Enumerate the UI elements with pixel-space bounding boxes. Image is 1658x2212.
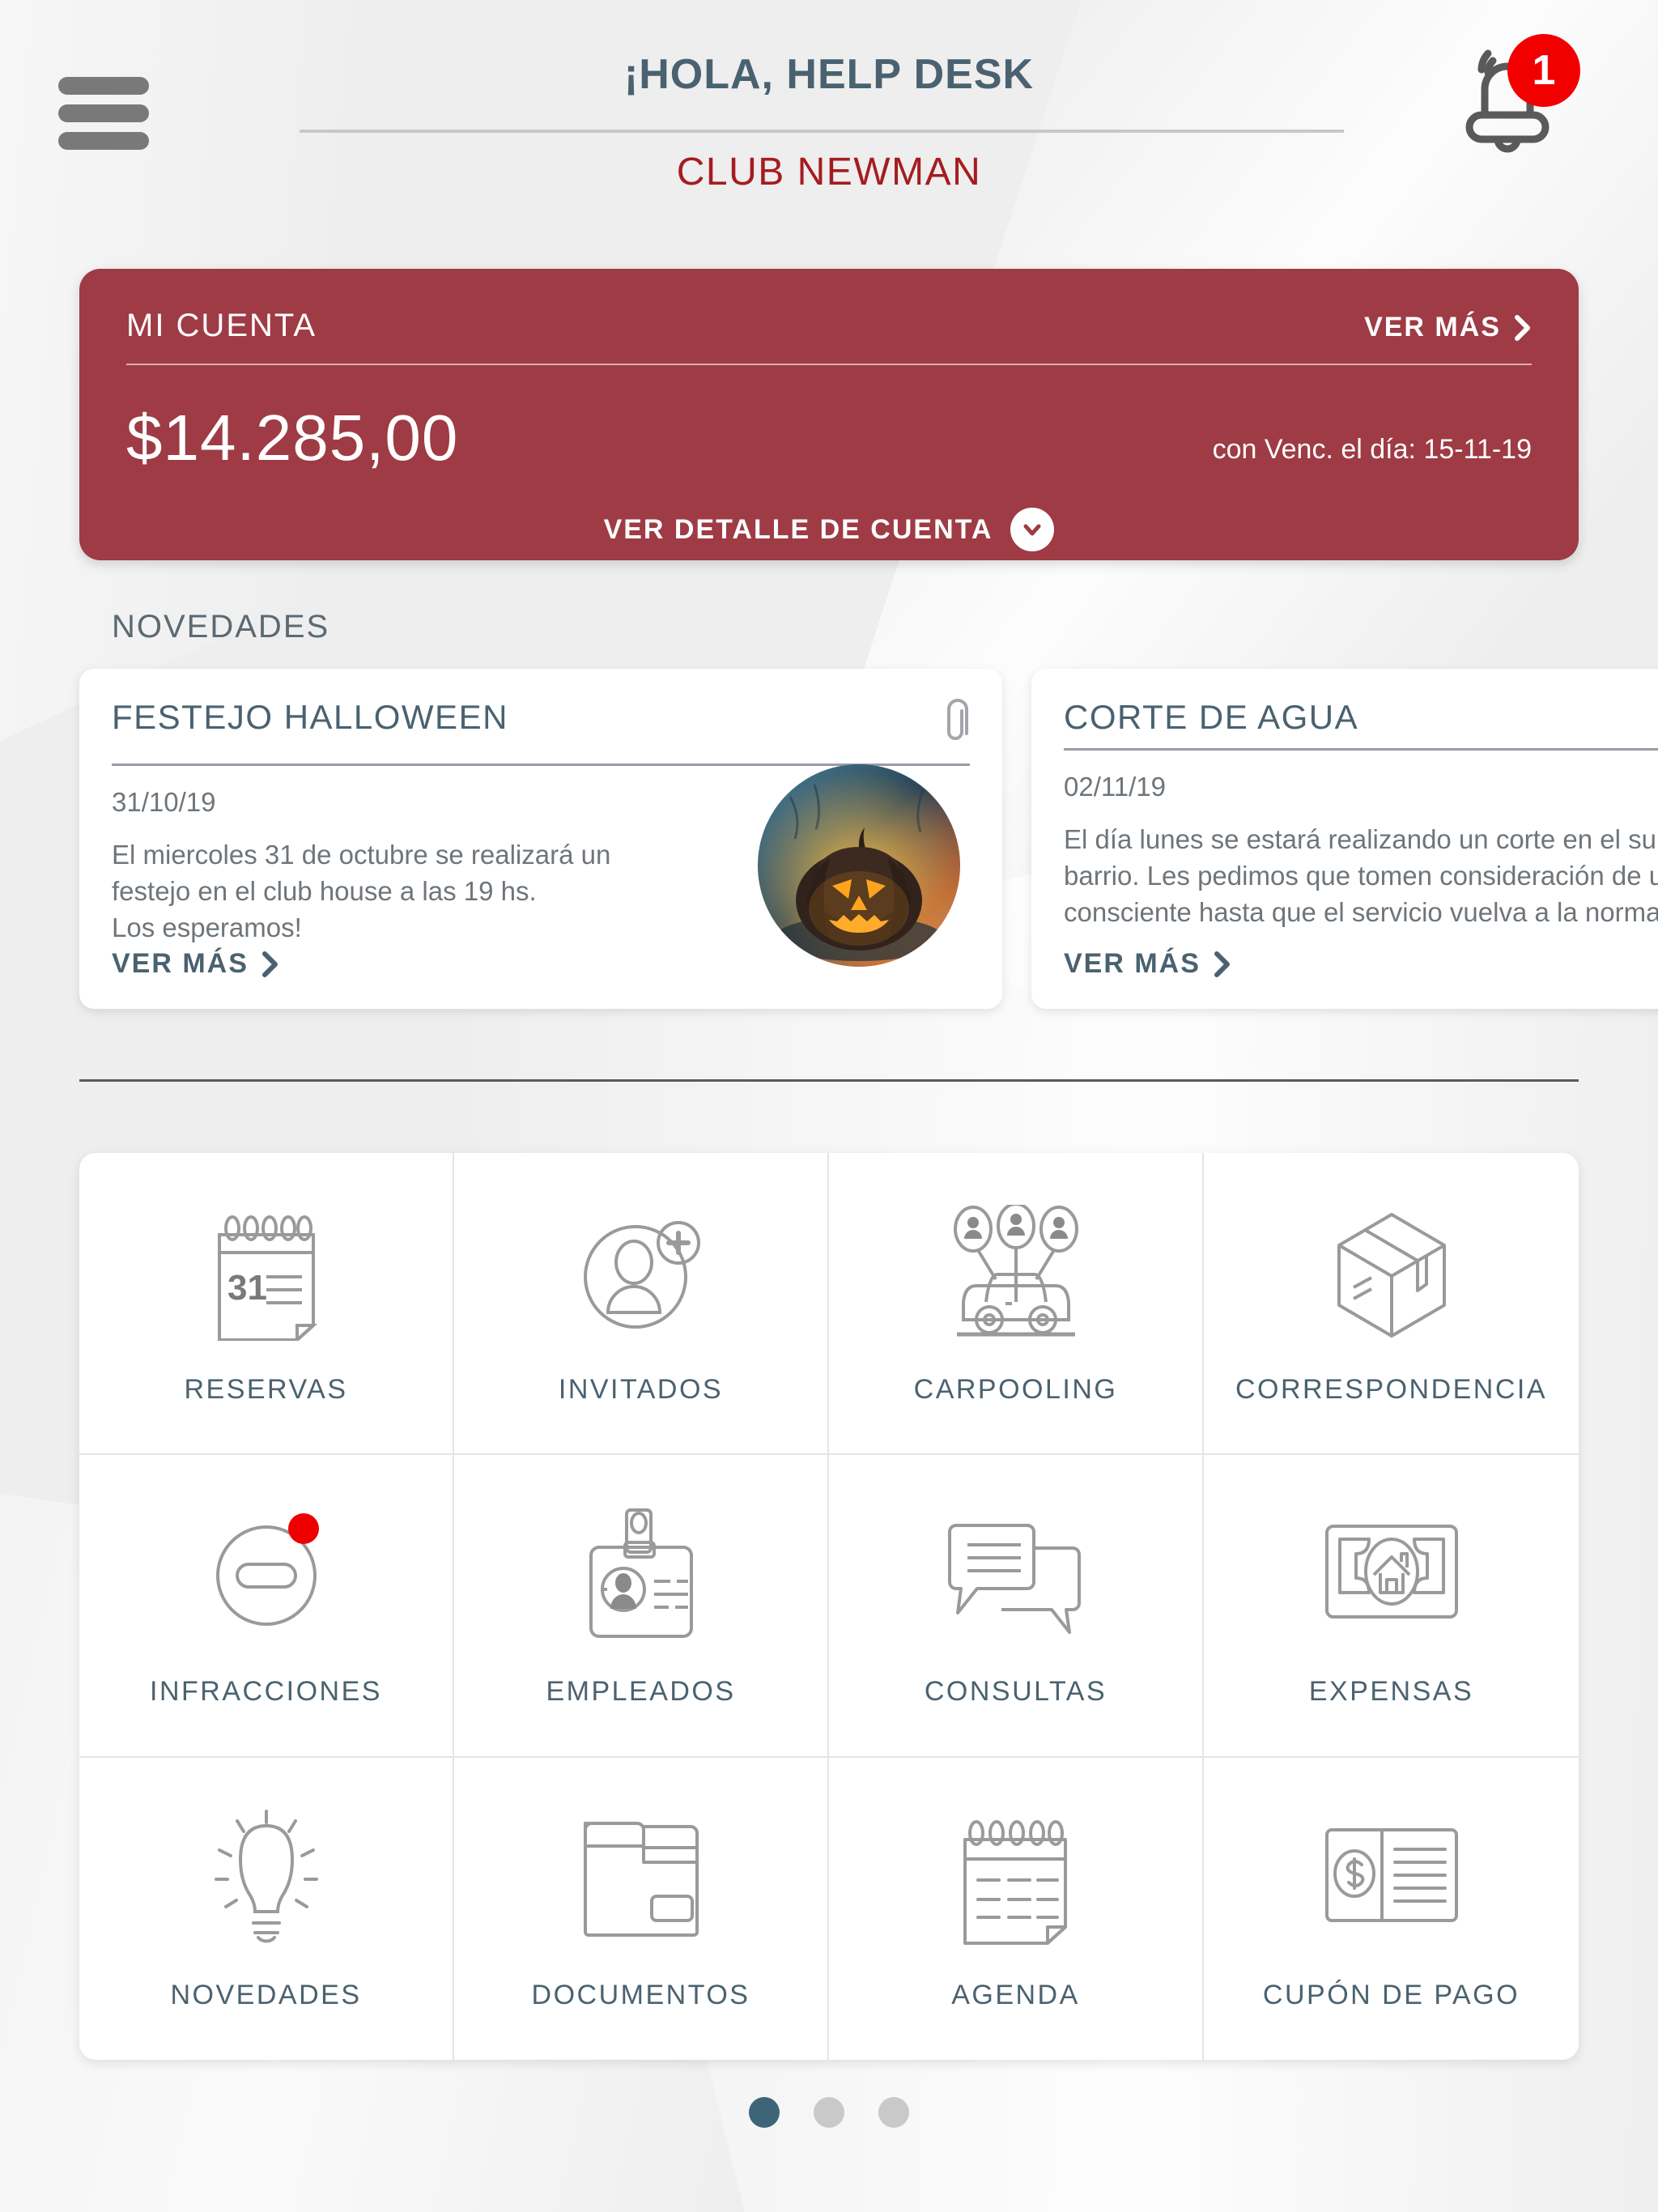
news-see-more-label: VER MÁS: [1064, 948, 1201, 979]
id-badge-icon: [576, 1503, 706, 1648]
notifications-button[interactable]: 1: [1435, 34, 1580, 155]
header-divider: [300, 130, 1344, 133]
news-card-body: El miercoles 31 de octubre se realizará …: [112, 840, 611, 942]
chevron-right-icon: [1515, 314, 1530, 341]
news-card[interactable]: FESTEJO HALLOWEEN 31/10/19 El miercoles …: [79, 669, 1002, 1009]
news-card-date: 02/11/19: [1064, 772, 1167, 802]
menu-item-label: CARPOOLING: [913, 1374, 1118, 1406]
paperclip-icon[interactable]: [942, 698, 970, 752]
menu-item-label: CONSULTAS: [924, 1676, 1107, 1708]
account-detail-toggle[interactable]: VER DETALLE DE CUENTA: [126, 508, 1532, 551]
home-screen: ¡HOLA, HELP DESK CLUB NEWMAN 1 MI CUENTA: [0, 0, 1658, 2212]
pagination-dot-2[interactable]: [814, 2097, 844, 2128]
menu-item-label: CUPÓN DE PAGO: [1262, 1979, 1520, 2010]
news-carousel[interactable]: FESTEJO HALLOWEEN 31/10/19 El miercoles …: [79, 669, 1658, 1009]
menu-item-label: RESERVAS: [184, 1374, 348, 1406]
lightbulb-icon: [202, 1806, 331, 1952]
account-summary-card[interactable]: MI CUENTA VER MÁS $14.285,00 con Venc. e…: [79, 269, 1579, 560]
account-card-label: MI CUENTA: [126, 308, 317, 343]
notification-count-badge: 1: [1507, 34, 1580, 107]
news-card-title: CORTE DE AGUA: [1064, 698, 1359, 736]
chevron-right-icon: [261, 951, 278, 977]
folder-icon: [572, 1806, 710, 1952]
news-card-divider: [1064, 748, 1658, 751]
account-detail-label: VER DETALLE DE CUENTA: [603, 513, 993, 545]
news-card-title: FESTEJO HALLOWEEN: [112, 698, 508, 736]
club-name: CLUB NEWMAN: [676, 151, 982, 194]
package-box-icon: [1323, 1201, 1460, 1346]
menu-item-label: AGENDA: [951, 1979, 1080, 2010]
menu-item-label: CORRESPONDENCIA: [1235, 1374, 1548, 1406]
menu-item-documentos[interactable]: DOCUMENTOS: [454, 1757, 829, 2060]
menu-item-infracciones[interactable]: INFRACCIONES: [79, 1455, 454, 1758]
menu-item-consultas[interactable]: CONSULTAS: [829, 1455, 1204, 1758]
news-see-more-link[interactable]: VER MÁS: [112, 948, 279, 980]
section-divider: [79, 1079, 1579, 1082]
menu-item-novedades[interactable]: NOVEDADES: [79, 1757, 454, 2060]
svg-text:31: 31: [227, 1268, 267, 1308]
news-card-body: El día lunes se estará realizando un cor…: [1064, 824, 1658, 927]
calendar-31-icon: 31: [202, 1201, 331, 1346]
menu-item-invitados[interactable]: INVITADOS: [454, 1153, 829, 1456]
menu-item-reservas[interactable]: 31 RESERVAS: [79, 1153, 454, 1456]
menu-item-label: NOVEDADES: [170, 1979, 362, 2010]
menu-item-carpooling[interactable]: CARPOOLING: [829, 1153, 1204, 1456]
chat-bubbles-icon: [945, 1503, 1086, 1648]
pagination-dot-3[interactable]: [878, 2097, 909, 2128]
carousel-pagination[interactable]: [0, 2097, 1658, 2128]
account-due-date: con Venc. el día: 15-11-19: [1212, 434, 1532, 465]
page-title: ¡HOLA, HELP DESK: [623, 51, 1035, 98]
pagination-dot-1[interactable]: [749, 2097, 780, 2128]
car-people-icon: [939, 1201, 1093, 1346]
halloween-pumpkin-image: [758, 764, 960, 967]
menu-item-expensas[interactable]: EXPENSAS: [1204, 1455, 1579, 1758]
menu-item-label: INVITADOS: [558, 1374, 724, 1406]
menu-item-label: INFRACCIONES: [150, 1676, 382, 1708]
chevron-right-icon: [1214, 951, 1230, 977]
menu-item-label: DOCUMENTOS: [531, 1979, 750, 2010]
account-see-more-label: VER MÁS: [1364, 312, 1501, 342]
banknote-house-icon: [1319, 1503, 1465, 1648]
menu-item-agenda[interactable]: AGENDA: [829, 1757, 1204, 2060]
menu-item-correspondencia[interactable]: CORRESPONDENCIA: [1204, 1153, 1579, 1456]
menu-item-label: EXPENSAS: [1308, 1676, 1474, 1708]
calendar-agenda-icon: [947, 1806, 1085, 1952]
menu-item-cupon-de-pago[interactable]: CUPÓN DE PAGO: [1204, 1758, 1579, 2060]
news-see-more-link[interactable]: VER MÁS: [1064, 948, 1231, 980]
account-balance-amount: $14.285,00: [126, 402, 459, 474]
account-card-divider: [126, 364, 1532, 365]
menu-item-empleados[interactable]: EMPLEADOS: [454, 1455, 829, 1758]
main-menu-grid: 31 RESERVAS INVITADOS CARPOOLING CORRESP…: [79, 1153, 1579, 2060]
app-header: ¡HOLA, HELP DESK CLUB NEWMAN 1: [0, 0, 1658, 219]
payment-coupon-icon: [1319, 1806, 1465, 1952]
person-add-icon: [574, 1201, 708, 1346]
news-see-more-label: VER MÁS: [112, 948, 249, 979]
account-see-more-link[interactable]: VER MÁS: [1364, 312, 1532, 343]
news-card[interactable]: CORTE DE AGUA 02/11/19 El día lunes se e…: [1031, 669, 1658, 1009]
chevron-down-circle-icon: [1010, 508, 1055, 551]
menu-item-label: EMPLEADOS: [546, 1676, 736, 1708]
news-section-title: NOVEDADES: [112, 609, 330, 644]
